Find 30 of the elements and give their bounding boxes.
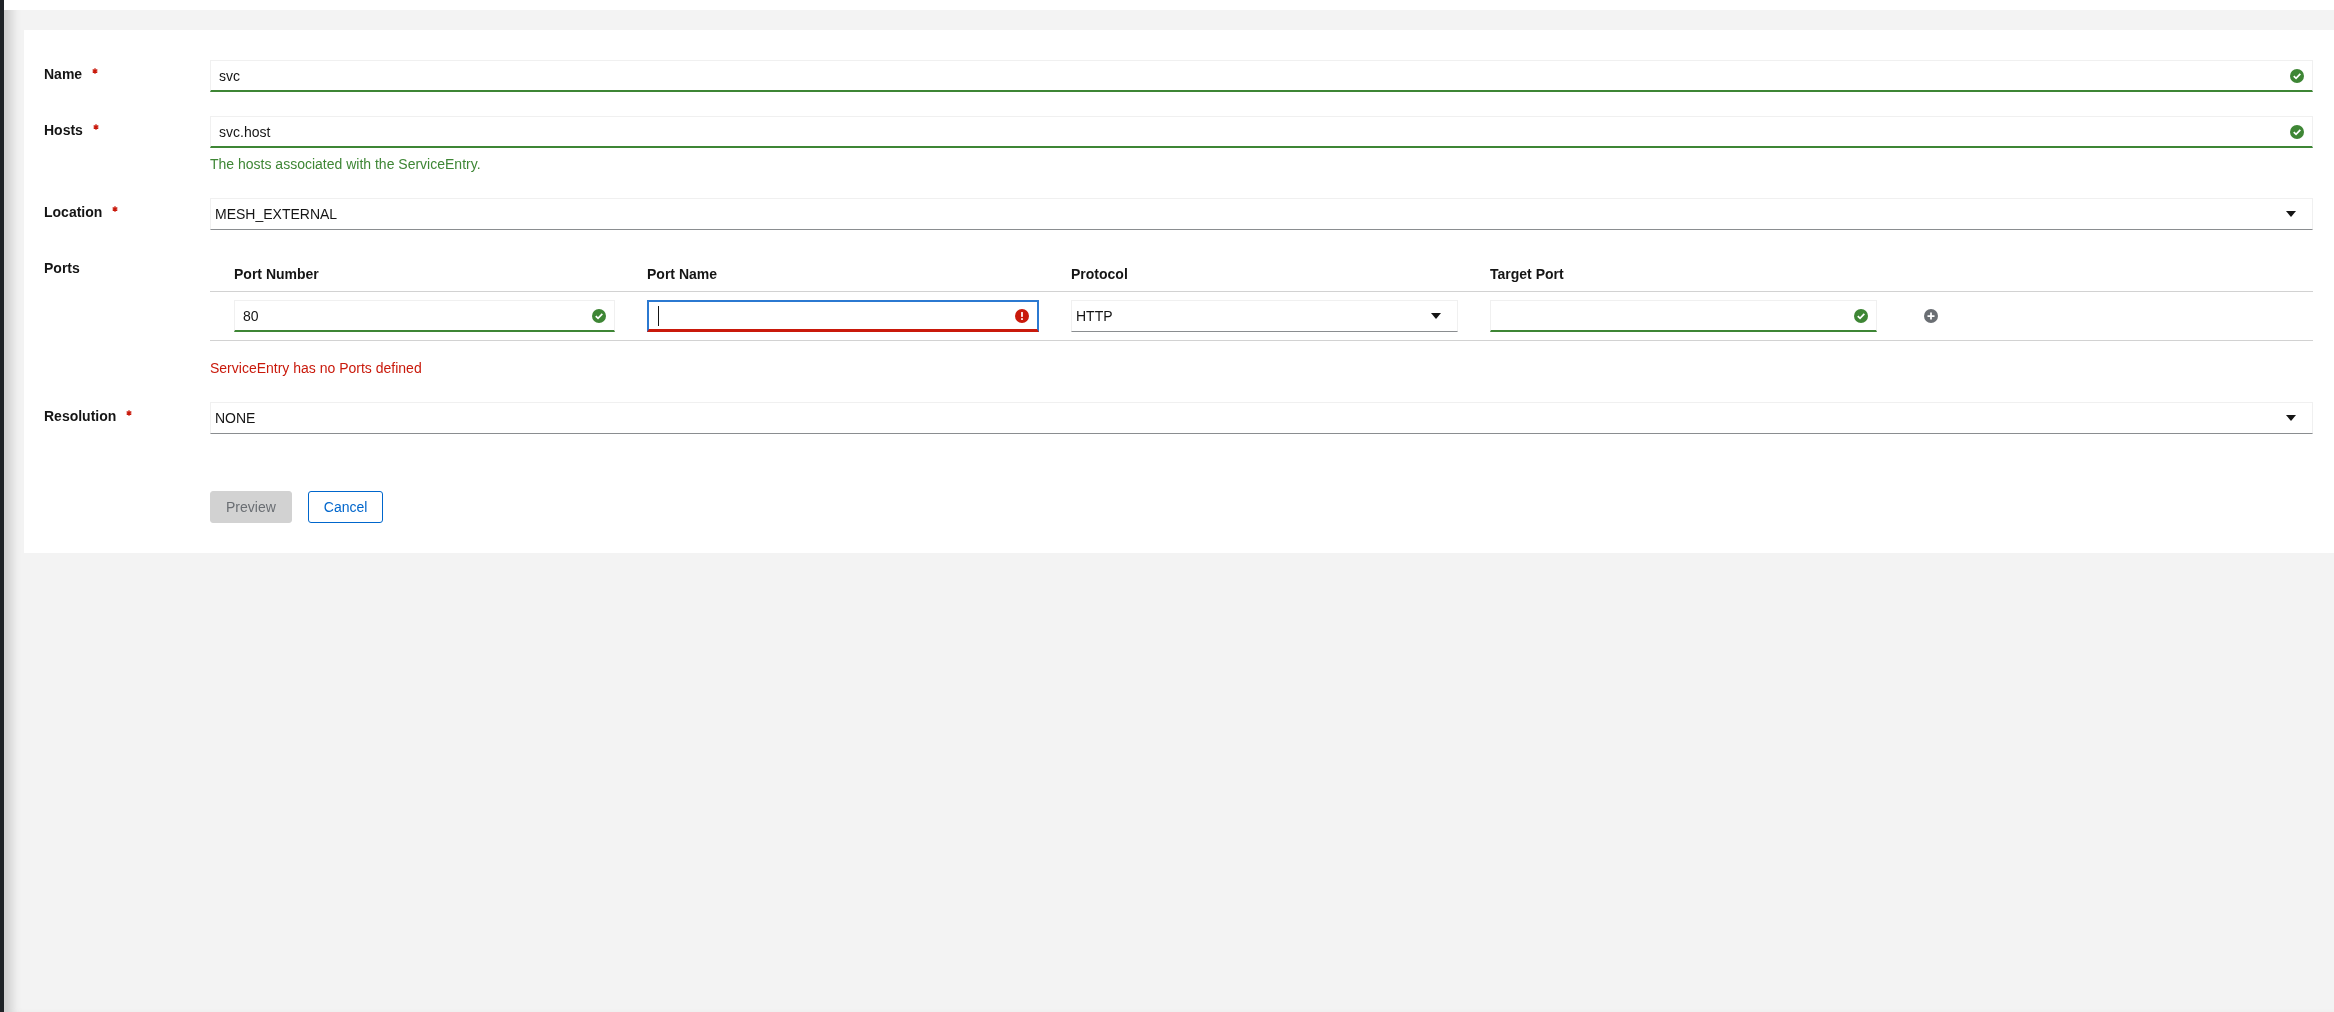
field-label: Ports (44, 259, 80, 278)
select-dropdown[interactable]: MESH_EXTERNAL (210, 198, 2313, 230)
caret-down-icon (1431, 313, 1441, 319)
field-label: Hosts (44, 121, 83, 140)
check-circle-icon (592, 308, 606, 323)
select-dropdown[interactable]: NONE (210, 402, 2313, 434)
exclamation-circle-icon (1015, 308, 1029, 323)
add-port-button[interactable] (1924, 309, 1938, 323)
text-input[interactable]: 80 (234, 300, 615, 332)
check-circle-icon (1854, 308, 1868, 323)
error-message: ServiceEntry has no Ports defined (210, 359, 422, 378)
helper-text: The hosts associated with the ServiceEntry. (210, 155, 481, 174)
field-label: Location (44, 203, 103, 222)
text-caret-icon (658, 305, 659, 326)
field-label: Resolution (44, 407, 117, 426)
column-header: Port Name (647, 265, 718, 284)
caret-down-icon (2286, 415, 2296, 421)
cancel-button[interactable]: Cancel (307, 491, 384, 523)
column-header: Target Port (1490, 265, 1564, 284)
text-input[interactable] (647, 300, 1039, 332)
text-input[interactable]: svc (210, 60, 2313, 92)
field-label: Name (44, 65, 83, 84)
select-dropdown[interactable]: HTTP (1071, 300, 1458, 332)
check-circle-icon (2290, 124, 2304, 139)
check-circle-icon (2290, 68, 2304, 83)
plus-circle-icon (1924, 309, 1938, 323)
column-header: Port Number (234, 265, 319, 284)
text-input[interactable]: svc.host (210, 116, 2313, 148)
caret-down-icon (2286, 211, 2296, 217)
column-header: Protocol (1071, 265, 1128, 284)
